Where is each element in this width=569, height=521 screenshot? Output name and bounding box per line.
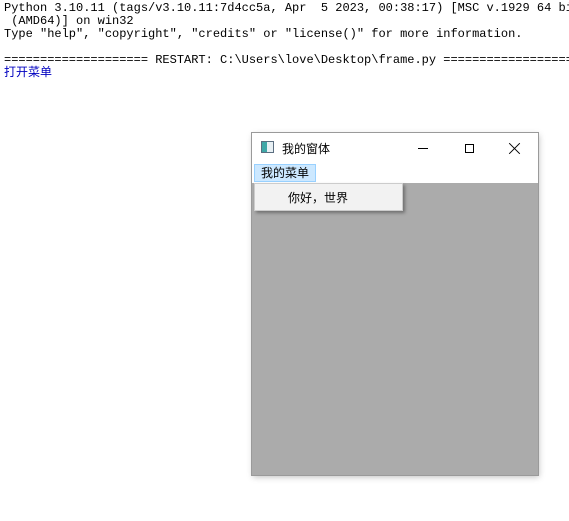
title-bar[interactable]: 我的窗体 bbox=[252, 133, 538, 163]
minimize-button[interactable] bbox=[400, 133, 446, 163]
dropdown-menu: 你好，世界 bbox=[254, 183, 403, 211]
close-icon bbox=[509, 142, 521, 154]
window-title: 我的窗体 bbox=[282, 142, 331, 156]
menu-bar: 我的菜单 bbox=[252, 163, 538, 183]
close-button[interactable] bbox=[492, 133, 538, 163]
menu-item-hello-world[interactable]: 你好，世界 bbox=[288, 189, 348, 206]
maximize-button[interactable] bbox=[446, 133, 492, 163]
window-client-area bbox=[252, 183, 538, 475]
app-icon bbox=[261, 141, 274, 153]
shell-output: 打开菜单 bbox=[4, 65, 53, 79]
menu-my-menu[interactable]: 我的菜单 bbox=[254, 164, 317, 182]
maximize-icon bbox=[464, 143, 474, 153]
shell-line-restart: ==================== RESTART: C:\Users\l… bbox=[4, 53, 569, 67]
minimize-icon bbox=[418, 147, 428, 149]
shell-line-help: Type "help", "copyright", "credits" or "… bbox=[4, 27, 523, 41]
